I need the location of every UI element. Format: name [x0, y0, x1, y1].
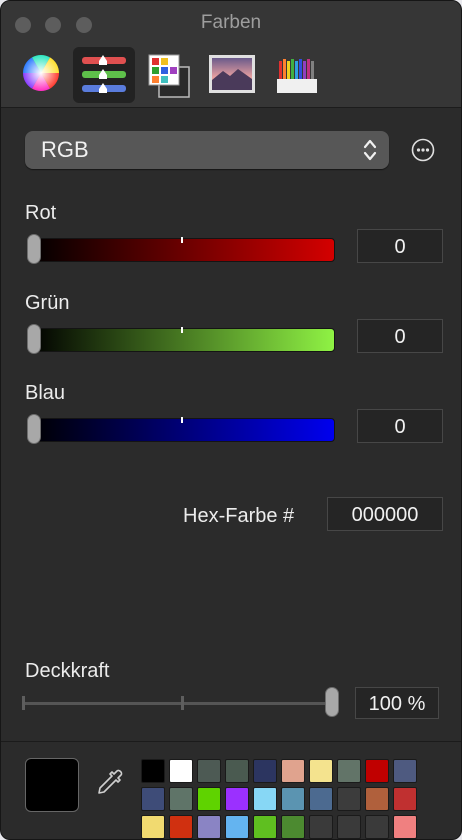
swatch[interactable] — [169, 787, 193, 811]
blue-value-field[interactable]: 0 — [357, 409, 443, 443]
color-palettes-icon — [148, 54, 190, 98]
opacity-slider-thumb[interactable] — [325, 687, 339, 717]
image-palettes-icon — [209, 55, 255, 93]
swatch[interactable] — [337, 787, 361, 811]
opacity-label: Deckkraft — [25, 660, 110, 682]
opacity-tick-mid — [181, 696, 184, 710]
color-wheel-tab[interactable] — [11, 47, 73, 103]
swatch[interactable] — [197, 759, 221, 783]
red-slider-midpoint — [181, 237, 183, 243]
color-palettes-tab[interactable] — [137, 47, 199, 103]
divider — [1, 741, 461, 742]
sliders-icon — [82, 55, 126, 93]
opacity-slider[interactable] — [23, 702, 335, 705]
swatch[interactable] — [197, 787, 221, 811]
hex-value-field[interactable]: 000000 — [327, 497, 443, 531]
swatch[interactable] — [309, 787, 333, 811]
swatch[interactable] — [309, 759, 333, 783]
swatch[interactable] — [141, 787, 165, 811]
green-slider-thumb[interactable] — [27, 324, 41, 354]
titlebar: Farben — [1, 1, 461, 108]
swatch[interactable] — [225, 815, 249, 839]
hex-label: Hex-Farbe # — [183, 505, 295, 527]
eyedropper-icon[interactable] — [93, 767, 127, 801]
red-label: Rot — [25, 202, 57, 224]
chevron-up-down-icon — [363, 139, 377, 161]
swatch[interactable] — [169, 759, 193, 783]
swatch[interactable] — [141, 815, 165, 839]
pencils-icon — [277, 59, 317, 93]
swatch[interactable] — [141, 759, 165, 783]
pencils-tab[interactable] — [265, 47, 327, 103]
current-color-well[interactable] — [25, 758, 79, 812]
color-wheel-icon — [22, 54, 60, 92]
swatch[interactable] — [365, 815, 389, 839]
color-panel-window: Farben RGB Rot 0 Grün 0 Blau 0 Hex-Farbe… — [0, 0, 462, 840]
swatch[interactable] — [169, 815, 193, 839]
opacity-value-field[interactable]: 100 % — [355, 687, 439, 719]
green-label: Grün — [25, 292, 70, 314]
swatch[interactable] — [253, 815, 277, 839]
swatch[interactable] — [253, 787, 277, 811]
swatch[interactable] — [337, 815, 361, 839]
color-model-select[interactable]: RGB — [25, 131, 389, 169]
swatch[interactable] — [365, 759, 389, 783]
window-title: Farben — [200, 12, 262, 33]
color-model-value: RGB — [41, 137, 89, 162]
swatch[interactable] — [309, 815, 333, 839]
swatch[interactable] — [393, 787, 417, 811]
red-value-field[interactable]: 0 — [357, 229, 443, 263]
swatch[interactable] — [197, 815, 221, 839]
more-options-icon[interactable] — [411, 138, 435, 162]
sliders-tab[interactable] — [73, 47, 135, 103]
swatch[interactable] — [393, 759, 417, 783]
swatch-palette — [141, 759, 421, 839]
swatch[interactable] — [365, 787, 389, 811]
swatch[interactable] — [253, 759, 277, 783]
swatch[interactable] — [225, 759, 249, 783]
green-slider-midpoint — [181, 327, 183, 333]
blue-label: Blau — [25, 382, 66, 404]
red-slider-thumb[interactable] — [27, 234, 41, 264]
opacity-tick-min — [22, 696, 25, 710]
green-value-field[interactable]: 0 — [357, 319, 443, 353]
swatch[interactable] — [281, 787, 305, 811]
swatch[interactable] — [393, 815, 417, 839]
image-palettes-tab[interactable] — [201, 47, 263, 103]
swatch[interactable] — [281, 815, 305, 839]
blue-slider-midpoint — [181, 417, 183, 423]
swatch[interactable] — [337, 759, 361, 783]
swatch[interactable] — [281, 759, 305, 783]
swatch[interactable] — [225, 787, 249, 811]
blue-slider-thumb[interactable] — [27, 414, 41, 444]
